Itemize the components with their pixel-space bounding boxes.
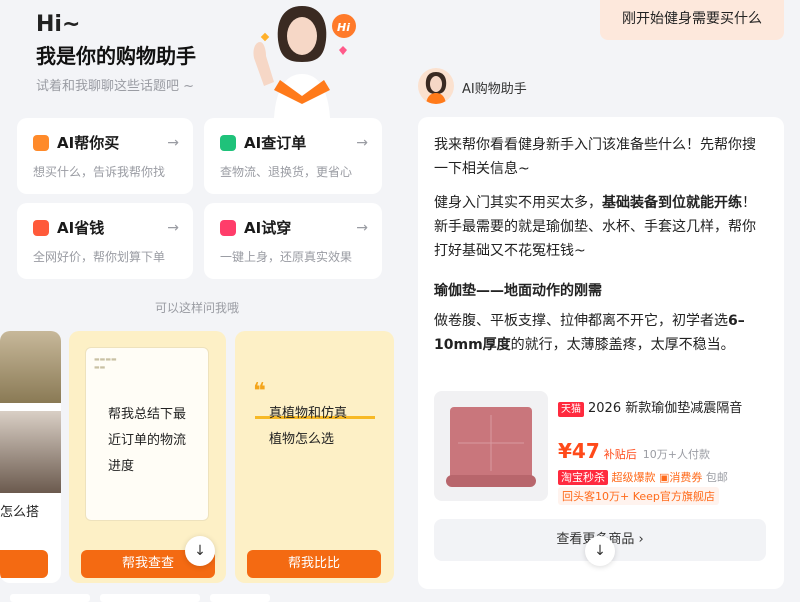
feature-title: AI省钱 <box>57 219 105 237</box>
prompt-line: 近订单的物流 <box>108 433 187 448</box>
greeting-hi: Hi~ <box>36 12 81 37</box>
quote-icon: ❝ <box>253 379 266 404</box>
feature-desc: 全网好价，帮你划算下单 <box>33 250 166 264</box>
shirt-icon <box>220 219 236 236</box>
feature-title: AI试穿 <box>244 219 292 237</box>
assistant-name: AI购物助手 <box>462 82 527 97</box>
chat-heading: 瑜伽垫——地面动作的刚需 <box>434 283 602 299</box>
feature-card-ai-tryon[interactable]: AI试穿 → 一键上身，还原真实效果 <box>204 203 382 279</box>
coupon-icon: ▣ <box>659 471 670 484</box>
feature-title: AI查订单 <box>244 134 307 152</box>
prompt-line: 进度 <box>108 459 135 474</box>
ai-avatar <box>418 68 454 104</box>
scroll-down-button[interactable]: ↓ <box>185 536 215 566</box>
outfit-photo-2 <box>0 411 61 493</box>
feature-card-ai-order[interactable]: AI查订单 → 查物流、退换货，更省心 <box>204 118 382 194</box>
chat-paragraph: 健身入门其实不用买太多，基础装备到位就能开练！新手最需要的就是瑜伽垫、水杯、手套… <box>434 195 756 259</box>
arrow-down-icon: ↓ <box>594 543 606 559</box>
feature-card-ai-save[interactable]: AI省钱 → 全网好价，帮你划算下单 <box>17 203 193 279</box>
arrow-right-icon: → <box>167 134 179 151</box>
prompt-note: ▬▬▬▬ ▬▬ 帮我总结下最 近订单的物流 进度 <box>85 347 209 521</box>
arrow-down-icon: ↓ <box>194 543 206 559</box>
feature-desc: 一键上身，还原真实效果 <box>220 250 353 264</box>
product-price: ¥47 补贴后 10万+人付款 <box>558 439 710 463</box>
prompt-line: 植物怎么选 <box>269 432 335 447</box>
svg-text:Hi: Hi <box>337 21 350 34</box>
prompt-text: 怎么搭 <box>0 505 40 520</box>
user-message-bubble: 刚开始健身需要买什么 <box>600 0 784 40</box>
feature-title: AI帮你买 <box>57 134 120 152</box>
prompt-card-plants[interactable]: ❝ 真植物和仿真 植物怎么选 帮我比比 <box>235 331 394 583</box>
feature-desc: 想买什么，告诉我帮你找 <box>33 165 166 179</box>
scroll-down-button[interactable]: ↓ <box>585 536 615 566</box>
avatar-icon <box>425 72 447 104</box>
chevron-right-icon: › <box>638 532 644 547</box>
shop-tag[interactable]: 回头客10万+ Keep官方旗舰店 <box>558 487 719 505</box>
product-promo: 淘宝秒杀 超级爆款 ▣消费券 包邮 <box>558 469 728 485</box>
search-icon <box>33 134 49 151</box>
arrow-right-icon: → <box>356 219 368 236</box>
arrow-right-icon: → <box>356 134 368 151</box>
coupon-icon <box>33 219 49 236</box>
page-title: 我是你的购物助手 <box>36 44 196 68</box>
prompt-button-partial[interactable] <box>0 550 48 578</box>
arrow-right-icon: → <box>167 219 179 236</box>
outfit-photo-1 <box>0 331 61 403</box>
chat-paragraph: 我来帮你看看健身新手入门该准备些什么！先帮你搜一下相关信息~ <box>434 137 756 177</box>
product-title[interactable]: 天猫 2026 新款瑜伽垫减震隔音 <box>558 397 742 417</box>
assistant-message: 我来帮你看看健身新手入门该准备些什么！先帮你搜一下相关信息~ 健身入门其实不用买… <box>418 117 784 589</box>
chat-paragraph: 做卷腹、平板支撑、拉伸都离不开它，初学者选6–10mm厚度的就行，太薄膝盖疼，太… <box>434 313 745 353</box>
greeting-subtitle: 试着和我聊聊这些话题吧 ~ <box>36 79 195 94</box>
product-card[interactable]: 天猫 2026 新款瑜伽垫减震隔音 ¥47 补贴后 10万+人付款 淘宝秒杀 超级爆款… <box>434 391 764 505</box>
assistant-avatar-illustration: Hi <box>253 6 356 118</box>
hint-label: 可以这样问我哦 <box>155 301 240 315</box>
box-icon <box>220 134 236 151</box>
prompt-card-outfit[interactable]: 怎么搭 <box>0 331 61 583</box>
prompt-line: 真植物和仿真 <box>269 406 348 421</box>
tmall-badge: 天猫 <box>558 402 584 417</box>
prompt-line: 帮我总结下最 <box>108 407 187 422</box>
feature-desc: 查物流、退换货，更省心 <box>220 165 353 179</box>
feature-card-ai-buy[interactable]: AI帮你买 → 想买什么，告诉我帮你找 <box>17 118 193 194</box>
prompt-button-compare[interactable]: 帮我比比 <box>247 550 381 578</box>
product-image[interactable] <box>434 391 548 501</box>
